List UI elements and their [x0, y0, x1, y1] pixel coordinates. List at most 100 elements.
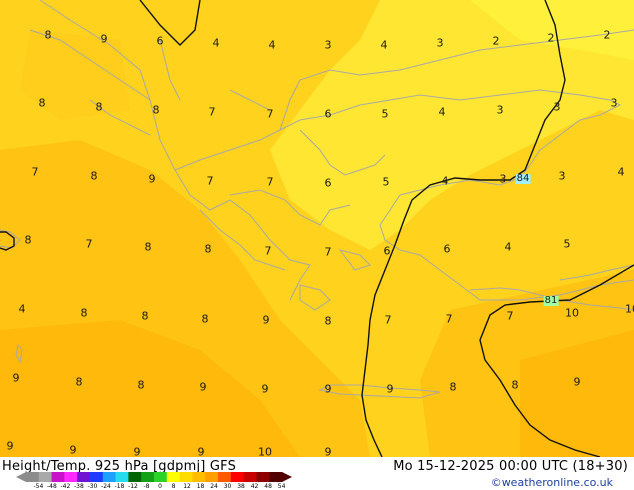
temperature-label: 4 — [212, 36, 220, 50]
temperature-label: 8 — [24, 233, 32, 247]
credit-link[interactable]: ©weatheronline.co.uk — [491, 476, 613, 489]
scale-swatch — [256, 472, 270, 482]
temperature-label: 8 — [137, 378, 145, 392]
temperature-label: 3 — [610, 96, 618, 110]
temperature-label: 8 — [152, 103, 160, 117]
temperature-label: 7 — [506, 309, 514, 323]
temperature-label: 4 — [18, 302, 26, 316]
temperature-label: 7 — [208, 105, 216, 119]
temperature-label: 9 — [261, 382, 269, 396]
temperature-label: 7 — [31, 165, 39, 179]
temperature-label: 8 — [324, 314, 332, 328]
scale-swatch — [205, 472, 219, 482]
temperature-label: 10 — [258, 445, 272, 459]
temperature-label: 3 — [324, 38, 332, 52]
scale-tick-label: 8 — [171, 483, 176, 490]
scale-swatch — [128, 472, 142, 482]
scale-arrow-left — [16, 472, 26, 482]
temperature-label: 3 — [436, 36, 444, 50]
scale-swatch — [90, 472, 104, 482]
temperature-label: 2 — [603, 28, 611, 42]
scale-swatch — [243, 472, 257, 482]
temperature-label: 9 — [573, 375, 581, 389]
temperature-label: 6 — [383, 244, 391, 258]
scale-swatch — [51, 472, 65, 482]
scale-tick-label: -38 — [74, 483, 84, 490]
temperature-label: 9 — [69, 443, 77, 457]
temperature-label: 7 — [85, 237, 93, 251]
temperature-label: 9 — [324, 382, 332, 396]
temperature-label: 9 — [262, 313, 270, 327]
temperature-label: 5 — [382, 175, 390, 189]
temperature-label: 9 — [148, 172, 156, 186]
scale-arrow-right — [282, 472, 292, 482]
temperature-label: 8 — [38, 96, 46, 110]
temperature-label: 8 — [144, 240, 152, 254]
scale-swatch — [26, 472, 40, 482]
scale-tick-label: -42 — [60, 483, 71, 490]
temperature-label: 7 — [445, 312, 453, 326]
scale-swatch — [230, 472, 245, 482]
temperature-label: 9 — [199, 380, 207, 394]
temperature-label: 9 — [324, 445, 332, 459]
temperature-label: 8 — [201, 312, 209, 326]
temperature-label: 8 — [44, 28, 52, 42]
scale-tick-label: -30 — [87, 483, 98, 490]
temperature-label: 8 — [511, 378, 519, 392]
valid-time: Mo 15-12-2025 00:00 UTC (18+30) — [393, 459, 628, 474]
scale-tick-label: 48 — [264, 483, 272, 490]
temperature-label: 8 — [80, 306, 88, 320]
temperature-label: 9 — [386, 382, 394, 396]
scale-tick-label: -54 — [33, 483, 44, 490]
temperature-label: 7 — [206, 174, 214, 188]
scale-tick-label: -48 — [47, 483, 57, 490]
temperature-label: 3 — [499, 172, 507, 186]
scale-swatch — [218, 472, 232, 482]
temperature-label: 9 — [6, 439, 14, 453]
temperature-label: 4 — [268, 38, 276, 52]
temperature-label: 9 — [12, 371, 20, 385]
temperature-label: 10 — [565, 306, 579, 320]
temperature-label: 3 — [558, 169, 566, 183]
temperature-label: 4 — [438, 105, 446, 119]
scale-swatch — [77, 472, 91, 482]
temperature-label: 6 — [156, 34, 164, 48]
temperature-label: 8 — [449, 380, 457, 394]
scale-swatch — [141, 472, 155, 482]
temperature-label: 2 — [492, 34, 500, 48]
temperature-label: 8 — [141, 309, 149, 323]
scale-tick-label: 38 — [237, 483, 245, 490]
temperature-label: 6 — [443, 242, 451, 256]
temperature-label: 4 — [617, 165, 625, 179]
temperature-label: 9 — [100, 32, 108, 46]
temperature-label: 10 — [625, 302, 634, 316]
temperature-label: 7 — [264, 244, 272, 258]
temperature-label: 6 — [324, 107, 332, 121]
temperature-label: 5 — [563, 237, 571, 251]
temperature-label: 7 — [266, 107, 274, 121]
temperature-label: 9 — [197, 445, 205, 459]
scale-swatch — [38, 472, 53, 482]
scale-tick-label: 54 — [277, 483, 286, 490]
temperature-label: 4 — [504, 240, 512, 254]
scale-tick-label: 0 — [158, 483, 162, 490]
geopotential-label: 84 — [515, 173, 531, 184]
temperature-label: 7 — [266, 175, 274, 189]
scale-swatch — [154, 472, 168, 482]
temperature-label: 3 — [496, 103, 504, 117]
temperature-label: 4 — [441, 174, 449, 188]
temperature-label: 8 — [204, 242, 212, 256]
temperature-label: 6 — [324, 176, 332, 190]
scale-tick-label: -12 — [128, 483, 138, 490]
temperature-label: 4 — [380, 38, 388, 52]
scale-swatch — [179, 472, 193, 482]
scale-swatch — [102, 472, 117, 482]
scale-swatch — [269, 472, 283, 482]
temperature-label: 8 — [90, 169, 98, 183]
scale-tick-label: -18 — [114, 483, 125, 490]
scale-swatch — [115, 472, 129, 482]
weather-map — [0, 0, 634, 457]
temperature-label: 8 — [95, 100, 103, 114]
temperature-label: 8 — [75, 375, 83, 389]
scale-tick-label: -8 — [143, 483, 150, 490]
